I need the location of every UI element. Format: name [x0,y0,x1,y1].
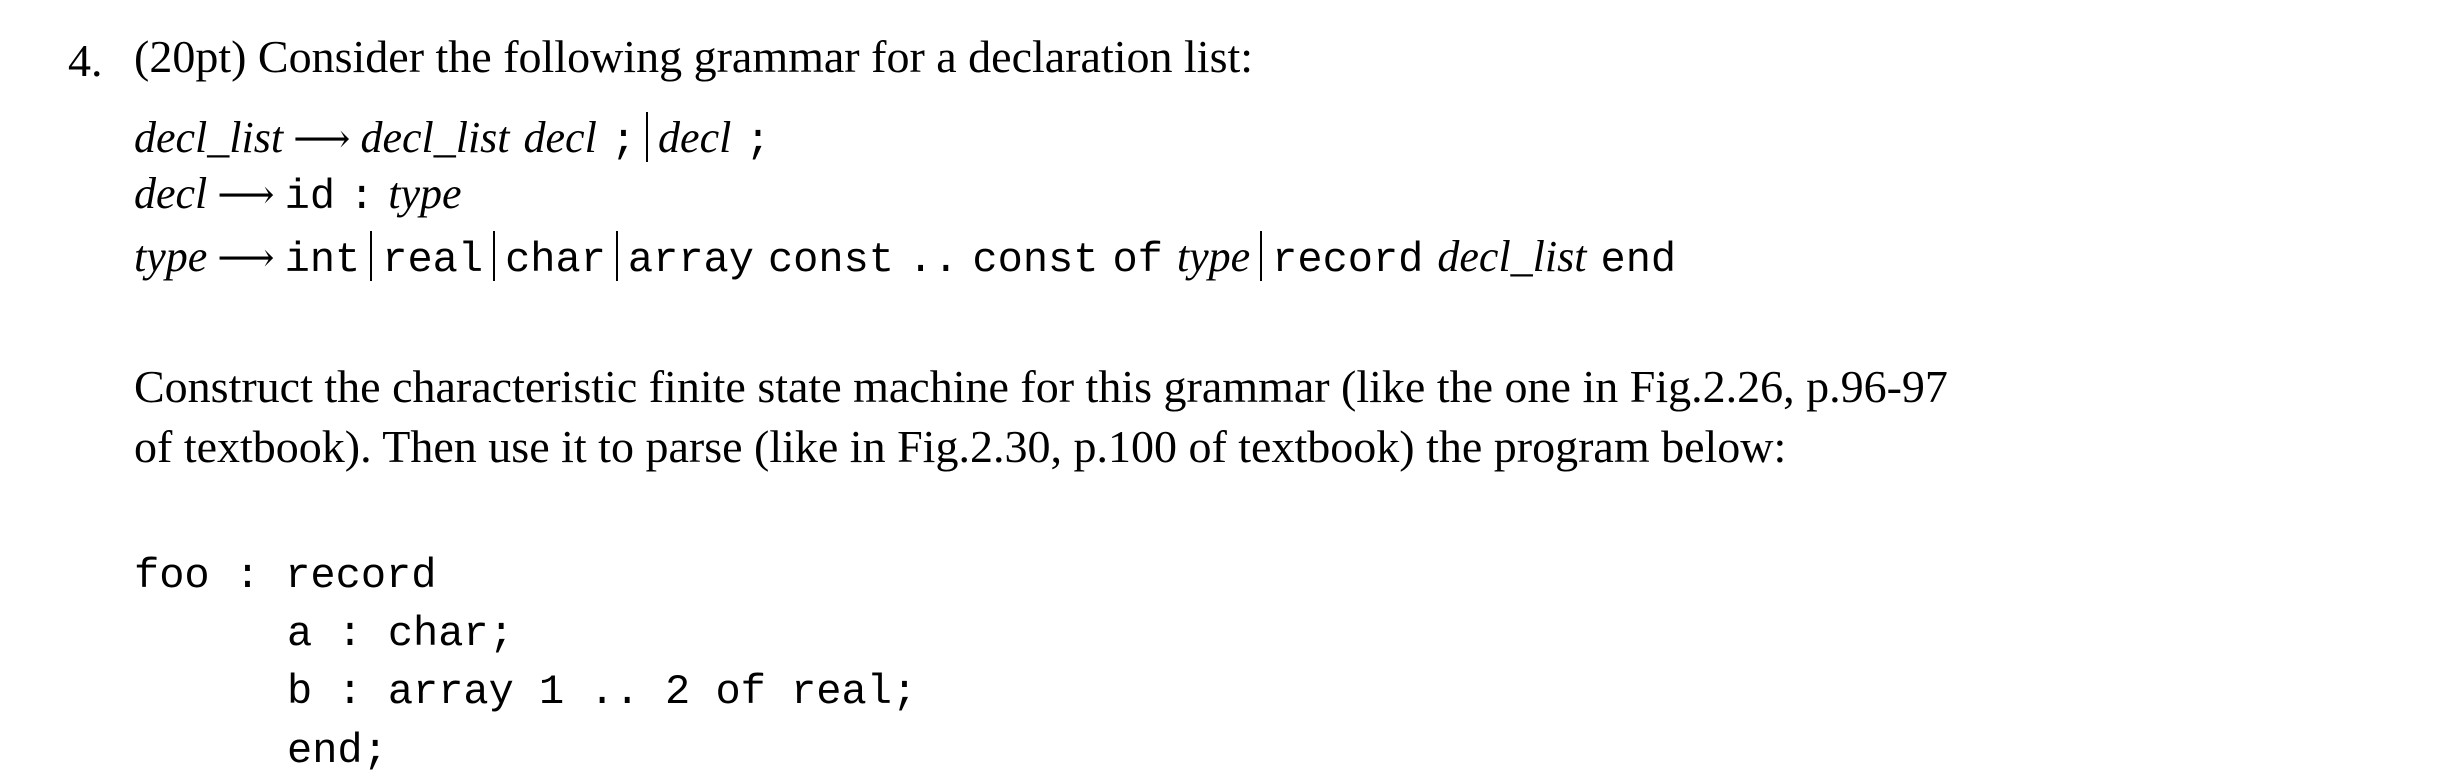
question-heading: (20pt) Consider the following grammar fo… [134,31,1254,82]
program-line-2: a : char; [287,610,514,658]
alternative-separator [370,231,373,281]
grammar-terminal: const [767,236,894,284]
alternative-separator [615,231,618,281]
grammar-terminal: record [1272,236,1424,284]
alternative-separator [493,231,496,281]
grammar-terminal: : [349,173,375,221]
grammar-terminal: id [284,173,336,221]
question-number: 4. [68,35,103,86]
program-line-1: foo : record [134,552,437,600]
arrow-icon: ⟶ [293,116,351,162]
grammar-lhs: decl [134,169,208,218]
grammar-terminal: ; [745,117,771,165]
instructions-line-2: of textbook). Then use it to parse (like… [134,421,1787,472]
grammar-nonterminal: decl_list [1437,232,1587,281]
grammar-terminal: of [1112,236,1163,284]
arrow-icon: ⟶ [217,172,275,218]
grammar-rule-decl: decl ⟶ id: type [134,169,462,221]
grammar-lhs: type [134,232,208,281]
grammar-rule-decl-list: decl_list ⟶ decl_list decl; decl; [134,112,771,162]
grammar-nonterminal: type [388,169,462,218]
grammar-terminal: ; [610,117,637,165]
grammar-terminal: real [382,236,484,284]
grammar-terminal: .. [907,236,959,284]
grammar-terminal: char [505,236,606,284]
grammar-lhs: decl_list [134,113,284,162]
grammar-terminal: array [627,236,754,284]
grammar-rule-type: type ⟶ int real char array const.. const of type r… [134,231,1676,281]
grammar-terminal: const [972,236,1099,284]
program-line-4: end; [287,727,388,775]
grammar-nonterminal: decl [658,113,732,162]
grammar-nonterminal: type [1176,232,1251,281]
instructions-line-1: Construct the characteristic finite stat… [134,361,1948,412]
arrow-icon: ⟶ [217,235,275,281]
grammar-nonterminal: decl_list [360,113,510,162]
alternative-separator [1260,231,1263,281]
grammar-terminal: int [284,236,361,284]
program-line-3: b : array 1 .. 2 of real; [287,668,918,716]
grammar-nonterminal: decl [523,113,597,162]
alternative-separator [646,112,649,162]
grammar-terminal: end [1600,236,1677,284]
